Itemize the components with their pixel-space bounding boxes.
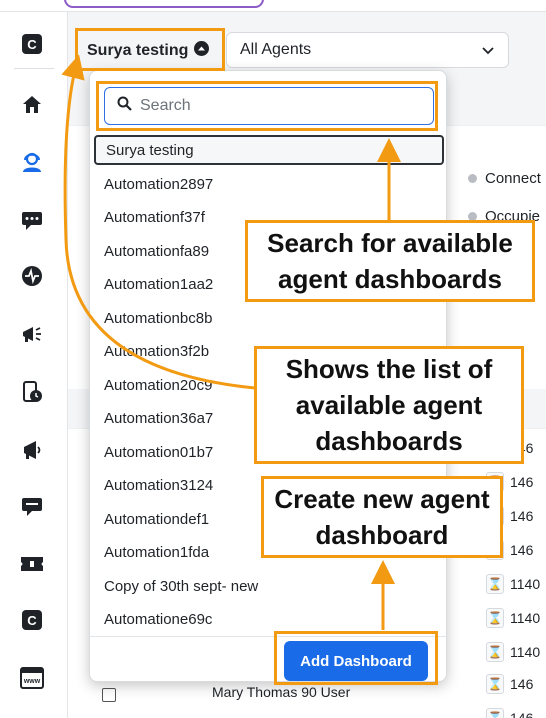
row-user-name: Mary Thomas 90 User	[212, 684, 351, 700]
hourglass-icon: ⌛	[486, 574, 504, 594]
chat-alt-icon[interactable]	[20, 494, 44, 518]
top-tab-pill[interactable]	[64, 0, 264, 8]
agents-filter-select[interactable]: All Agents	[226, 32, 509, 68]
table-cell-value: ⌛ 1140	[486, 608, 541, 628]
app-logo-icon[interactable]: C	[20, 32, 44, 56]
table-cell-value: ⌛ 1140	[486, 574, 541, 594]
sidebar: C C www	[0, 12, 68, 718]
dashboard-option[interactable]: Copy of 30th sept- new	[94, 571, 444, 601]
ticket-icon[interactable]	[20, 552, 44, 576]
chevron-down-icon	[480, 42, 496, 63]
svg-text:www: www	[23, 678, 41, 685]
hourglass-icon: ⌛	[486, 642, 504, 662]
row-checkbox[interactable]	[102, 688, 116, 702]
agent-icon[interactable]	[20, 150, 44, 174]
announcement-icon[interactable]	[20, 438, 44, 462]
browser-icon[interactable]: www	[20, 666, 44, 690]
highlight-search-box	[96, 81, 438, 131]
sidebar-divider	[14, 68, 54, 69]
chat-icon[interactable]	[20, 208, 44, 232]
status-dot	[468, 174, 477, 183]
create-callout: Create new agent dashboard	[261, 476, 503, 558]
home-icon[interactable]	[20, 92, 44, 116]
status-label: Connect	[485, 170, 541, 187]
top-strip	[0, 0, 546, 12]
activity-icon[interactable]	[20, 264, 44, 288]
campaign-icon[interactable]	[20, 322, 44, 346]
svg-text:C: C	[27, 37, 37, 52]
status-connected: Connect	[468, 170, 541, 187]
dashboard-option[interactable]: Surya testing	[94, 135, 444, 165]
app-logo-alt-icon[interactable]: C	[20, 608, 44, 632]
highlight-dashboard-switcher	[75, 28, 225, 71]
list-callout: Shows the list of available agent dashbo…	[254, 346, 524, 464]
highlight-add-dashboard	[274, 631, 438, 685]
agents-filter-value: All Agents	[240, 41, 312, 58]
hourglass-icon: ⌛	[486, 608, 504, 628]
dashboard-option[interactable]: Automationbc8b	[94, 303, 444, 333]
dashboard-option[interactable]: Automation2897	[94, 169, 444, 199]
table-cell-value: ⌛ 1140	[486, 642, 541, 662]
search-callout: Search for available agent dashboards	[245, 220, 535, 302]
dashboard-option[interactable]: Automatione69c	[94, 604, 444, 634]
schedule-icon[interactable]	[20, 380, 44, 404]
svg-text:C: C	[27, 613, 37, 628]
